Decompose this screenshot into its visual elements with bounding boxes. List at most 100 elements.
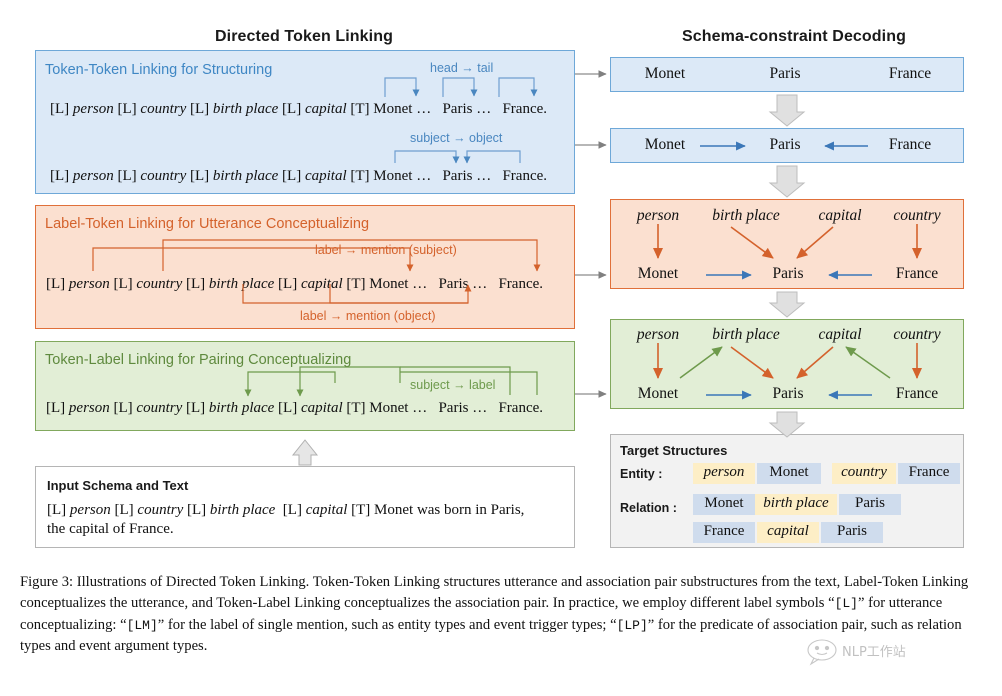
- tok: birth place: [208, 400, 275, 416]
- tok: capital: [304, 168, 347, 184]
- relation-chip-monet: Monet: [693, 494, 755, 515]
- tok: [L]: [189, 101, 210, 117]
- step2-node-france: France: [888, 136, 932, 153]
- step3-label-country: country: [893, 207, 941, 224]
- caption-symbol-lm: [LM]: [126, 617, 158, 633]
- flow-arrow-3: [768, 291, 806, 318]
- tok: [L]: [114, 502, 134, 518]
- step4-label-person: person: [636, 326, 680, 343]
- tok: birth place: [212, 168, 279, 184]
- caption-symbol-l: [L]: [834, 595, 858, 611]
- tok: person: [68, 276, 110, 292]
- annotation-label-mention-subject: label → mention (subject): [315, 243, 457, 257]
- step1-node-monet: Monet: [644, 65, 686, 82]
- tok: birth place: [208, 276, 275, 292]
- tok: Monet … Paris … France.: [373, 168, 548, 184]
- input-text-1: Monet was born in Paris,: [374, 502, 525, 518]
- token-line-4: [L] person [L] country [L] birth place […: [46, 400, 543, 417]
- input-to-panel-arrow: [291, 439, 319, 466]
- relation-chip-paris-2: Paris: [821, 522, 883, 543]
- step4-node-monet: Monet: [637, 385, 679, 402]
- step1-node-france: France: [888, 65, 932, 82]
- step4-label-country: country: [893, 326, 941, 343]
- tok: [L]: [117, 101, 137, 117]
- annotation-head-tail: head → tail: [430, 61, 494, 75]
- step1-node-paris: Paris: [769, 65, 801, 82]
- tok: person: [72, 101, 114, 117]
- token-line-3: [L] person [L] country [L] birth place […: [46, 276, 543, 293]
- figure-root: Directed Token Linking Schema-constraint…: [0, 0, 1002, 696]
- tok: [L]: [113, 400, 133, 416]
- tok: [L]: [278, 400, 298, 416]
- relation-chip-paris-1: Paris: [839, 494, 901, 515]
- entity-chip-person: person: [693, 463, 755, 484]
- relation-chip-france: France: [693, 522, 755, 543]
- tok: capital: [300, 400, 343, 416]
- panel-token-label-heading: Token-Label Linking for Pairing Conceptu…: [45, 352, 352, 368]
- step3-label-person: person: [636, 207, 680, 224]
- input-box-title: Input Schema and Text: [47, 478, 189, 493]
- tok: [T]: [351, 502, 371, 518]
- step4-label-capital: capital: [818, 326, 862, 343]
- cross-connectors: [575, 70, 607, 398]
- figure-caption: Figure 3: Illustrations of Directed Toke…: [20, 572, 986, 657]
- annotation-subject-object: subject → object: [410, 131, 503, 145]
- annotation-subject-label: subject → label: [410, 378, 496, 392]
- tok: capital: [305, 502, 348, 518]
- step4-node-france: France: [895, 385, 939, 402]
- panel-token-token-heading: Token-Token Linking for Structuring: [45, 62, 273, 78]
- tok: [T]: [346, 400, 366, 416]
- tok: country: [140, 168, 187, 184]
- tok: [L]: [46, 276, 66, 292]
- input-box-line-1: [L] person [L] country [L] birth place […: [47, 502, 524, 519]
- entity-chip-monet: Monet: [757, 463, 821, 484]
- tok: country: [137, 502, 184, 518]
- target-structures-title: Target Structures: [620, 443, 728, 458]
- token-line-2: [L] person [L] country [L] birth place […: [50, 168, 547, 185]
- tok: birth place: [209, 502, 276, 518]
- tok: person: [68, 400, 110, 416]
- tok: [L]: [189, 168, 210, 184]
- token-line-1: [L] person [L] country [L] birth place […: [50, 101, 547, 118]
- tok: [L]: [186, 502, 207, 518]
- step4-node-paris: Paris: [772, 385, 804, 402]
- tok: country: [136, 276, 183, 292]
- tok: [L]: [113, 276, 133, 292]
- tok: [L]: [50, 101, 70, 117]
- annotation-label-mention-object: label → mention (object): [300, 309, 436, 323]
- step3-label-capital: capital: [818, 207, 862, 224]
- caption-part: ” for the label of single mention, such …: [157, 616, 617, 633]
- tok: [L]: [46, 400, 66, 416]
- input-box-line-2: the capital of France.: [47, 521, 174, 537]
- caption-part: Figure 3: Illustrations of Directed Toke…: [20, 574, 969, 611]
- entity-row-label: Entity :: [620, 467, 663, 481]
- panel-label-token-heading: Label-Token Linking for Utterance Concep…: [45, 216, 370, 232]
- tok: [T]: [350, 101, 370, 117]
- tok: [L]: [279, 502, 302, 518]
- step4-label-birthplace: birth place: [712, 326, 780, 343]
- tok: person: [72, 168, 114, 184]
- flow-arrow-2: [768, 165, 806, 198]
- left-column-title: Directed Token Linking: [215, 28, 393, 45]
- tok: birth place: [212, 101, 279, 117]
- relation-row-label: Relation :: [620, 501, 677, 515]
- tok: Monet … Paris … France.: [369, 400, 544, 416]
- tok: [L]: [282, 101, 302, 117]
- tok: person: [69, 502, 111, 518]
- tok: [L]: [117, 168, 137, 184]
- caption-symbol-lp: [LP]: [616, 617, 648, 633]
- flow-arrow-1: [768, 94, 806, 127]
- tok: country: [136, 400, 183, 416]
- right-column-title: Schema-constraint Decoding: [682, 28, 906, 45]
- tok: Monet … Paris … France.: [373, 101, 548, 117]
- tok: [L]: [50, 168, 70, 184]
- entity-chip-france: France: [898, 463, 960, 484]
- tok: country: [140, 101, 187, 117]
- step2-node-monet: Monet: [644, 136, 686, 153]
- tok: [L]: [278, 276, 298, 292]
- tok: [L]: [185, 400, 206, 416]
- tok: capital: [300, 276, 343, 292]
- relation-chip-birthplace: birth place: [755, 494, 837, 515]
- tok: [L]: [185, 276, 206, 292]
- entity-chip-country: country: [832, 463, 896, 484]
